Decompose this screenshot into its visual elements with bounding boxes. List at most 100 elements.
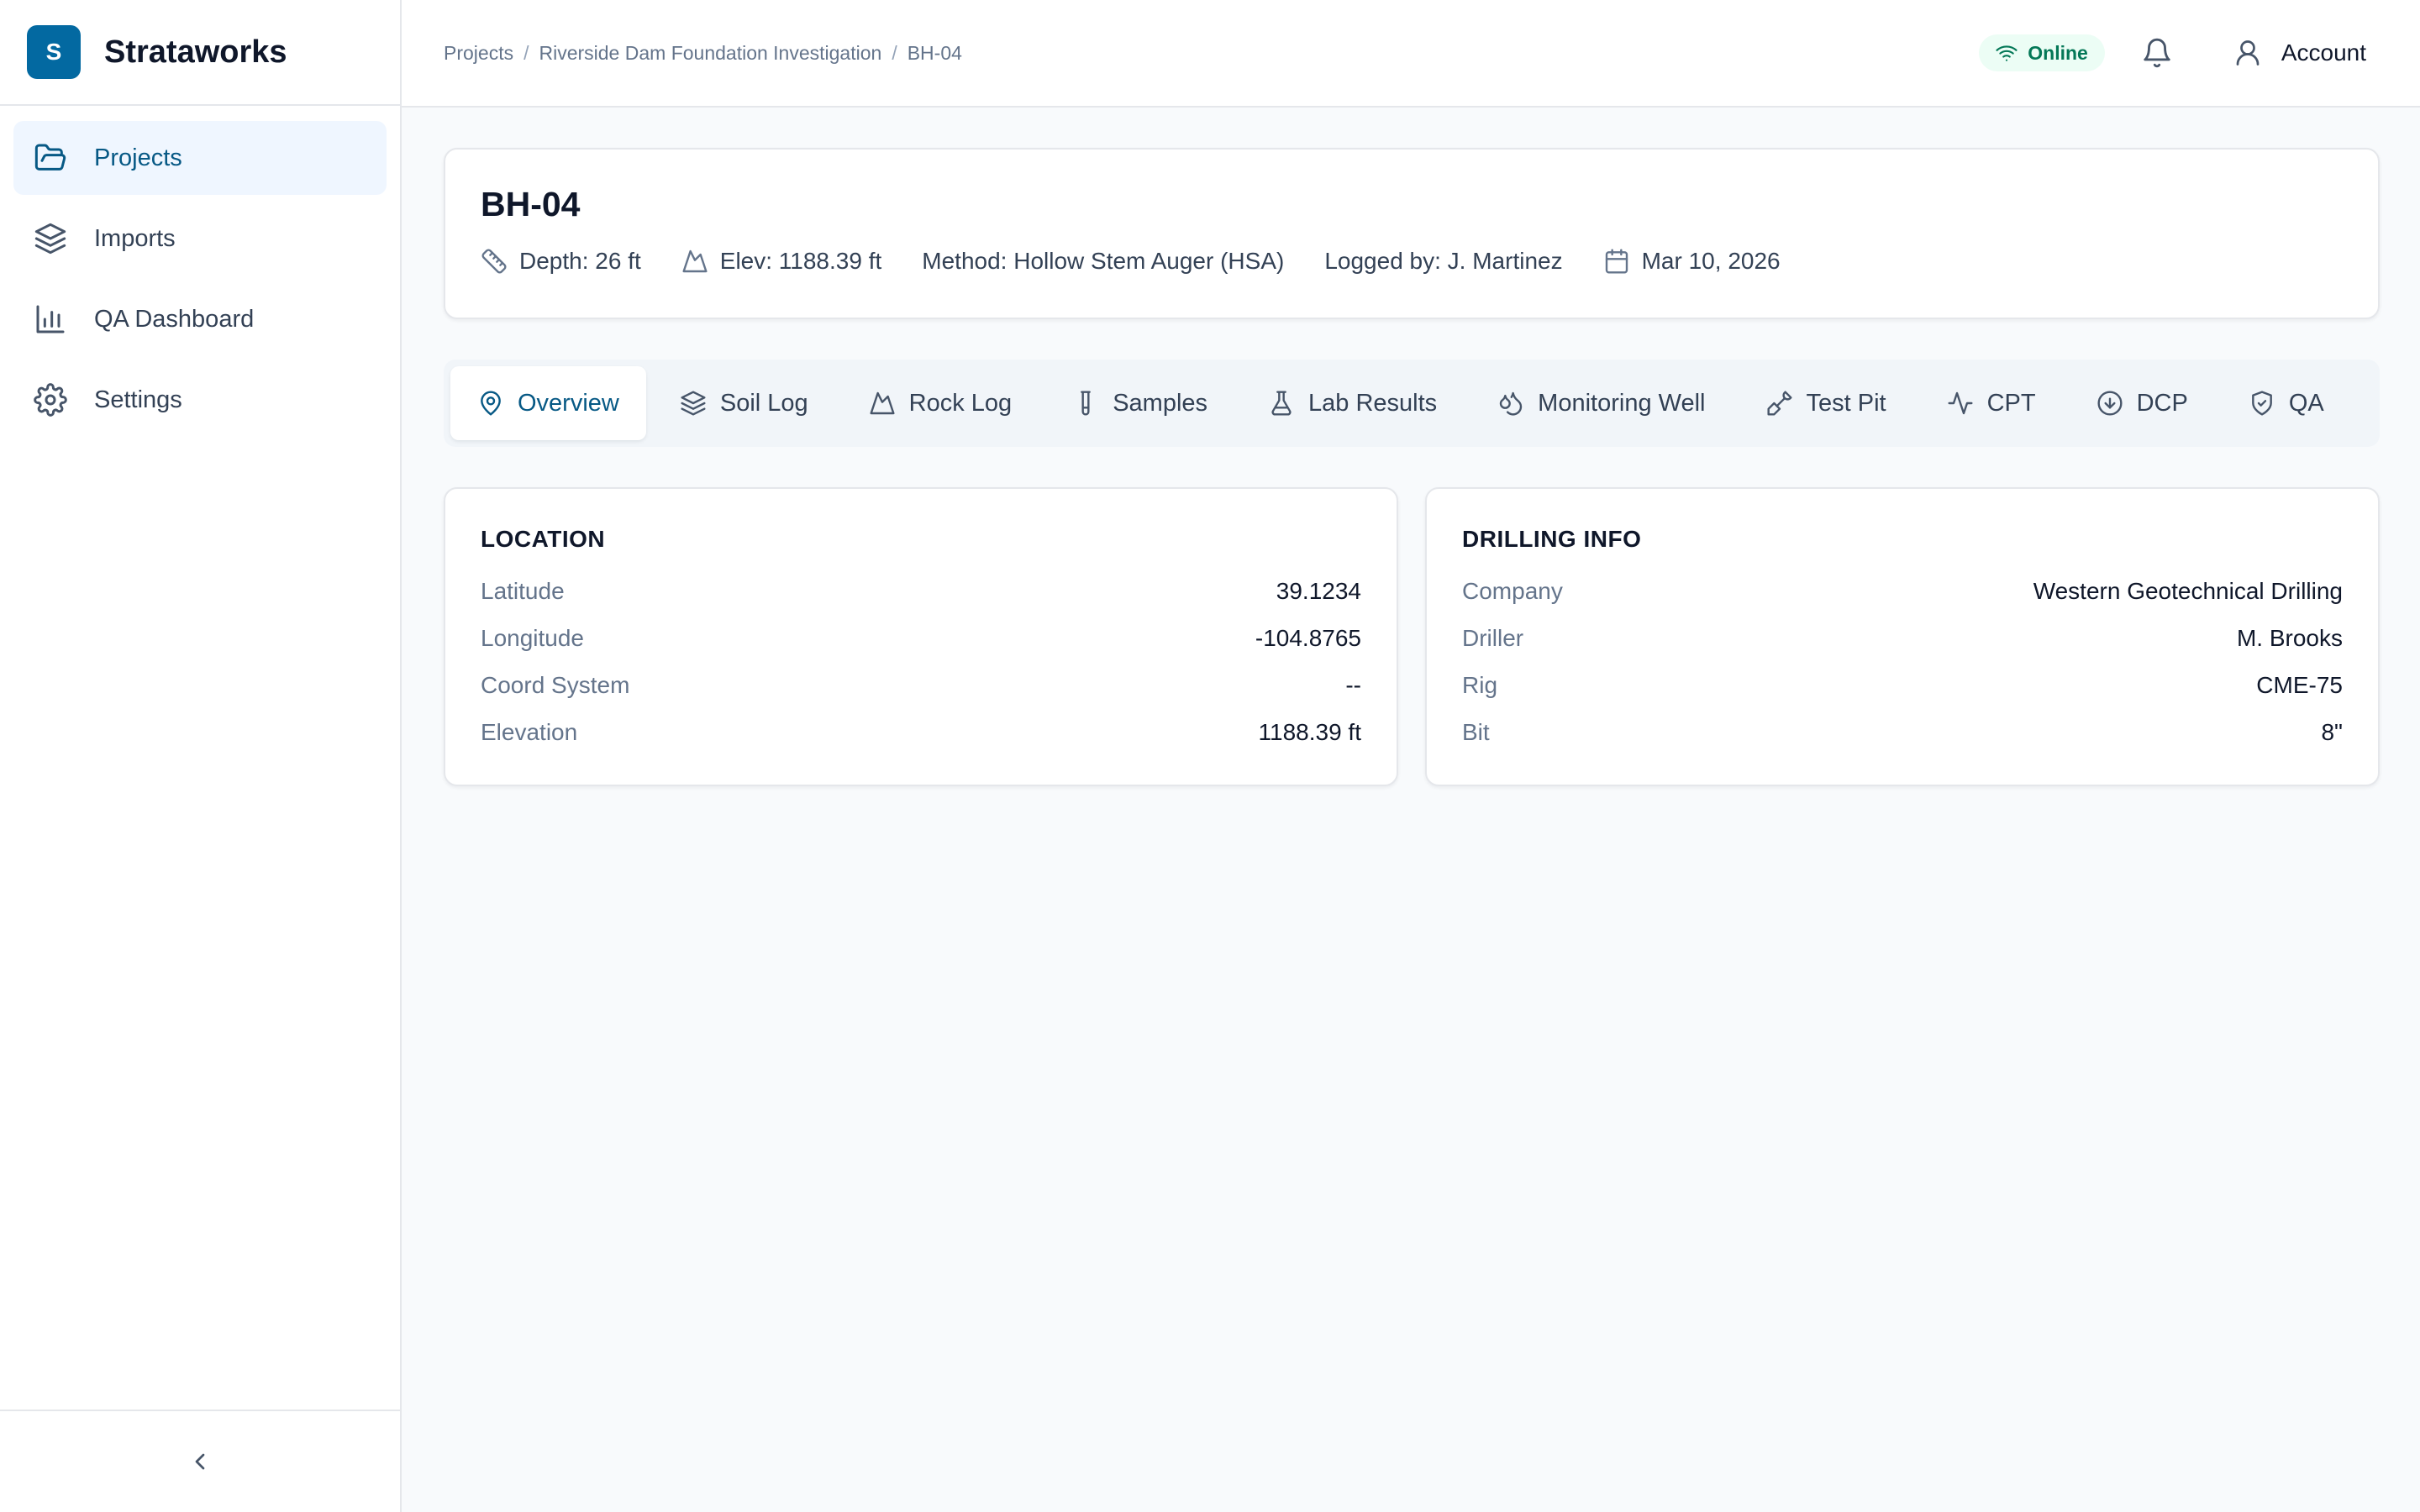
mountain-icon <box>869 390 909 417</box>
bit-row: Bit 8" <box>1462 709 2343 756</box>
location-card-title: LOCATION <box>481 526 606 552</box>
breadcrumb-projects[interactable]: Projects <box>444 42 513 65</box>
depth-meta: Depth: 26 ft <box>481 248 641 275</box>
tab-samples[interactable]: Samples <box>1045 366 1234 440</box>
company-value: Western Geotechnical Drilling <box>2033 578 2343 604</box>
collapse-sidebar-button[interactable] <box>180 1441 220 1482</box>
tab-monitoring-well[interactable]: Monitoring Well <box>1470 366 1732 440</box>
drilling-fields: Company Western Geotechnical Drilling Dr… <box>1462 568 2343 756</box>
tab-qa[interactable]: QA <box>2222 366 2351 440</box>
flask-icon <box>1268 390 1308 417</box>
breadcrumb: Projects / Riverside Dam Foundation Inve… <box>444 42 962 65</box>
tab-cpt[interactable]: CPT <box>1920 366 2063 440</box>
tab-label: Monitoring Well <box>1538 389 1706 417</box>
location-fields: Latitude 39.1234 Longitude -104.8765 Coo… <box>481 568 1361 756</box>
tab-test-pit[interactable]: Test Pit <box>1739 366 1913 440</box>
depth-value: Depth: 26 ft <box>519 248 641 274</box>
sidebar-item-label: QA Dashboard <box>94 305 255 333</box>
latitude-row: Latitude 39.1234 <box>481 568 1361 615</box>
method-meta: Method: Hollow Stem Auger (HSA) <box>922 248 1284 275</box>
chevron-left-icon <box>187 1448 213 1475</box>
sidebar-item-label: Imports <box>94 224 176 252</box>
sidebar-item-qa-dashboard[interactable]: QA Dashboard <box>13 282 387 356</box>
field-label: Bit <box>1462 719 1490 745</box>
tab-label: Overview <box>518 389 619 417</box>
bell-icon <box>2141 37 2173 69</box>
borehole-tabs: Overview Soil Log Rock Log Samples Lab R… <box>444 360 2380 447</box>
tab-label: Soil Log <box>719 389 808 417</box>
field-label: Driller <box>1462 625 1524 651</box>
user-icon <box>2233 38 2281 68</box>
borehole-summary-card: BH-04 Depth: 26 ft Elev: 1188.39 ft Meth… <box>444 148 2380 319</box>
account-label: Account <box>2281 39 2366 66</box>
ruler-icon <box>481 248 519 275</box>
elevation-value: Elev: 1188.39 ft <box>719 248 882 274</box>
test-tube-icon <box>1072 390 1113 417</box>
mountain-icon <box>681 248 720 275</box>
elevation-row: Elevation 1188.39 ft <box>481 709 1361 756</box>
breadcrumb-current: BH-04 <box>907 41 962 64</box>
field-label: Elevation <box>481 719 578 745</box>
field-label: Coord System <box>481 672 630 698</box>
tab-soil-log[interactable]: Soil Log <box>653 366 835 440</box>
sidebar: S Strataworks Projects Imports QA Dashbo… <box>0 0 402 1512</box>
field-label: Latitude <box>481 578 565 604</box>
drilling-info-card: DRILLING INFO Company Western Geotechnic… <box>1425 487 2380 786</box>
sidebar-item-imports[interactable]: Imports <box>13 202 387 276</box>
date-meta: Mar 10, 2026 <box>1603 248 1781 275</box>
sidebar-nav: Projects Imports QA Dashboard Settings <box>0 106 400 437</box>
logged-by-value: Logged by: J. Martinez <box>1324 248 1563 274</box>
breadcrumb-project[interactable]: Riverside Dam Foundation Investigation <box>539 42 881 65</box>
brand-name: Strataworks <box>104 34 287 70</box>
borehole-meta: Depth: 26 ft Elev: 1188.39 ft Method: Ho… <box>481 248 2343 275</box>
sidebar-item-label: Projects <box>94 144 182 171</box>
brand[interactable]: S Strataworks <box>0 0 400 106</box>
sidebar-item-settings[interactable]: Settings <box>13 363 387 437</box>
driller-row: Driller M. Brooks <box>1462 615 2343 662</box>
bar-chart-icon <box>34 302 67 336</box>
tab-lab-results[interactable]: Lab Results <box>1241 366 1464 440</box>
page-title: BH-04 <box>481 185 581 223</box>
coord-system-value: -- <box>1345 672 1361 698</box>
layers-icon <box>680 390 720 417</box>
logged-by-meta: Logged by: J. Martinez <box>1324 248 1562 275</box>
method-value: Method: Hollow Stem Auger (HSA) <box>922 248 1285 274</box>
brand-logo: S <box>27 25 81 79</box>
top-header: Projects / Riverside Dam Foundation Inve… <box>402 0 2420 108</box>
rig-value: CME-75 <box>2256 672 2343 698</box>
field-label: Longitude <box>481 625 585 651</box>
tab-label: Rock Log <box>908 389 1013 417</box>
shovel-icon <box>1766 390 1807 417</box>
sidebar-item-projects[interactable]: Projects <box>13 121 387 195</box>
driller-value: M. Brooks <box>2236 625 2343 651</box>
sidebar-footer <box>0 1410 400 1512</box>
date-value: Mar 10, 2026 <box>1641 248 1781 274</box>
sidebar-item-label: Settings <box>94 386 182 413</box>
elevation-value: 1188.39 ft <box>1258 719 1361 745</box>
tab-dcp[interactable]: DCP <box>2070 366 2215 440</box>
tab-label: DCP <box>2136 389 2188 417</box>
online-status-text: Online <box>2028 41 2088 64</box>
notifications-button[interactable] <box>2135 31 2179 75</box>
field-label: Rig <box>1462 672 1498 698</box>
field-label: Company <box>1462 578 1563 604</box>
arrow-down-circle-icon <box>2096 390 2137 417</box>
online-status-badge: Online <box>1979 34 2105 71</box>
tab-rock-log[interactable]: Rock Log <box>842 366 1039 440</box>
breadcrumb-separator: / <box>523 41 529 64</box>
gear-icon <box>34 383 67 417</box>
activity-icon <box>1947 390 1987 417</box>
layers-icon <box>34 222 67 255</box>
breadcrumb-separator: / <box>892 41 897 64</box>
account-button[interactable]: Account <box>2233 38 2366 68</box>
map-pin-icon <box>477 390 518 417</box>
tab-overview[interactable]: Overview <box>450 366 646 440</box>
bit-value: 8" <box>2321 719 2343 745</box>
latitude-value: 39.1234 <box>1276 578 1361 604</box>
tab-label: Lab Results <box>1308 389 1438 417</box>
tab-label: QA <box>2288 389 2324 417</box>
calendar-icon <box>1603 248 1642 275</box>
wifi-icon <box>1996 42 2028 64</box>
shield-check-icon <box>2249 390 2289 417</box>
tab-label: CPT <box>1986 389 2036 417</box>
